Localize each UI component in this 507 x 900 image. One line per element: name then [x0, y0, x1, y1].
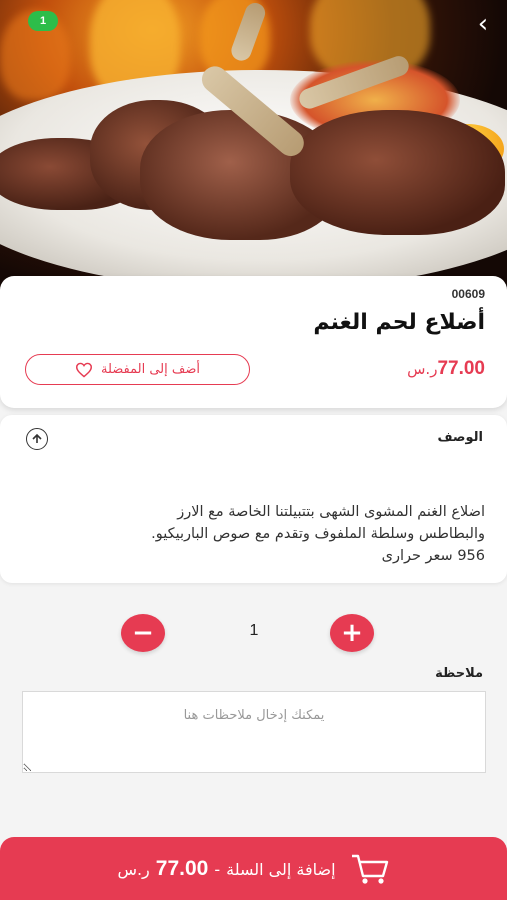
add-to-cart-button[interactable]: إضافة إلى السلة - 77.00 ر.س [0, 837, 507, 900]
product-info-card: 00609 أضلاع لحم الغنم 77.00ر.س أضف إلى ا… [0, 276, 507, 408]
description-heading: الوصف [437, 430, 483, 445]
price-value: 77.00 [437, 358, 485, 379]
decrease-quantity-button[interactable]: − [121, 614, 165, 652]
add-to-cart-label: إضافة إلى السلة [226, 859, 336, 879]
heart-icon [75, 362, 93, 378]
price-currency: ر.س [407, 360, 438, 378]
collapse-up-icon[interactable] [26, 428, 48, 450]
quantity-value: 1 [249, 622, 259, 639]
increase-quantity-button[interactable]: + [330, 614, 374, 652]
description-text: اضلاع الغنم المشوى الشهى بتتبيلتنا الخاص… [151, 504, 485, 564]
product-price: 77.00ر.س [407, 358, 485, 380]
cart-icon [351, 854, 388, 884]
notes-field[interactable] [22, 691, 486, 773]
notes-label: ملاحظة [435, 666, 483, 681]
add-to-cart-price: 77.00 [155, 856, 209, 880]
add-to-cart-separator: - [214, 859, 221, 879]
chevron-back-icon[interactable]: ‹ [471, 10, 495, 38]
product-title: أضلاع لحم الغنم [313, 310, 485, 335]
product-image: 1 ‹ [0, 0, 507, 300]
add-to-cart-currency: ر.س [117, 859, 150, 879]
add-to-cart-text: إضافة إلى السلة - 77.00 ر.س [117, 857, 335, 881]
add-to-favorites-button[interactable]: أضف إلى المفضلة [25, 354, 250, 385]
description-section: الوصف اضلاع الغنم المشوى الشهى بتتبيلتنا… [0, 415, 507, 583]
add-to-favorites-label: أضف إلى المفضلة [101, 362, 200, 377]
meat-piece [290, 110, 505, 235]
product-code: 00609 [451, 287, 485, 301]
cart-count-badge[interactable]: 1 [28, 11, 58, 31]
